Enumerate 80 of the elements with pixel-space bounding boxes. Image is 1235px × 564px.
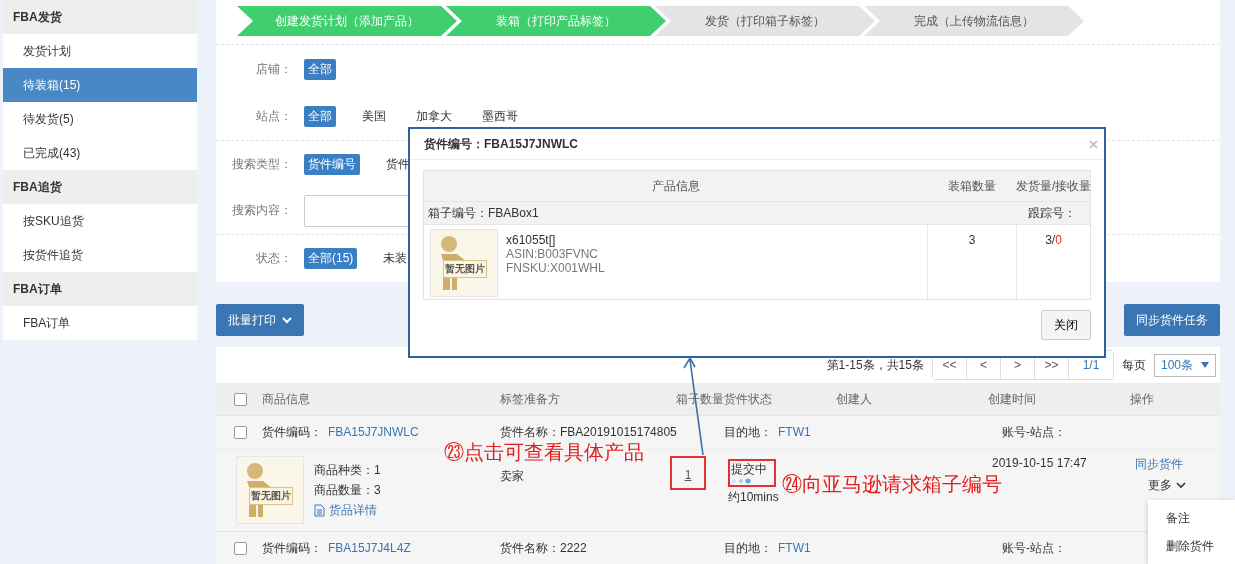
created-time: 2019-10-15 17:47 — [992, 455, 1088, 470]
progress-step: 发货（打印箱子标签） — [655, 6, 875, 36]
destination-link[interactable]: FTW1 — [778, 425, 811, 439]
filter-label: 站点： — [255, 108, 292, 125]
label-prep-owner: 卖家 — [500, 468, 524, 485]
column-header: 货件状态 — [724, 390, 773, 408]
progress-step: 创建发货计划（添加产品） — [237, 6, 457, 36]
sidebar-group-title: FBA发货 — [3, 0, 197, 34]
close-button[interactable]: 关闭 — [1041, 310, 1091, 340]
sync-button[interactable]: 同步货件任务 — [1124, 304, 1220, 336]
box-count-link[interactable]: 1 — [670, 456, 706, 490]
batch-print-button[interactable]: 批量打印 — [216, 304, 304, 336]
checkbox[interactable] — [233, 542, 247, 555]
shipment-code-link[interactable]: FBA15J7JNWLC — [328, 425, 419, 439]
filter-option[interactable]: 全部 — [304, 58, 336, 80]
sidebar-item[interactable]: 待装箱(15) — [3, 68, 197, 102]
details-link[interactable]: 货品详情 — [314, 502, 381, 519]
shipment-name: 货件名称：2222 — [500, 540, 588, 557]
filter-option[interactable]: 全部 — [304, 106, 336, 127]
column-header: 产品信息 — [650, 177, 701, 195]
destination-label: 目的地： — [724, 541, 772, 555]
filter-option[interactable]: 货件编号 — [304, 153, 360, 175]
column-header: 商品信息 — [262, 390, 311, 408]
shipment-status: 提交中 — [728, 459, 776, 487]
per-page-label: 每页 — [1121, 356, 1146, 374]
modal-title: 货件编号：FBA15J7JNWLC — [424, 135, 579, 153]
page-summary: 第1-15条，共15条 — [826, 356, 924, 374]
checkbox[interactable] — [233, 392, 247, 406]
column-header: 操作 — [1130, 390, 1155, 408]
close-icon[interactable] — [1089, 139, 1098, 149]
annotation-text: ㉓点击可查看具体产品 — [444, 441, 644, 463]
box-number: 箱子编号：FBABox1 — [428, 204, 539, 222]
placeholder-sign: 暂无图片 — [443, 260, 487, 278]
chevron-down-icon — [282, 316, 292, 324]
shipped-received-quantity: 3/0 — [1016, 225, 1090, 299]
filter-option[interactable]: 美国 — [358, 106, 390, 127]
checkbox[interactable] — [233, 426, 247, 439]
destination-link[interactable]: FTW1 — [778, 541, 811, 555]
menu-item[interactable]: 备注 — [1148, 504, 1235, 532]
filter-option[interactable]: 墨西哥 — [478, 106, 522, 127]
placeholder-sign: 暂无图片 — [249, 487, 293, 505]
progress-step: 装箱（打印产品标签） — [446, 6, 666, 36]
filter-option[interactable]: 加拿大 — [412, 106, 456, 127]
shipment-code-link[interactable]: FBA15J7J4L4Z — [328, 541, 411, 555]
sync-shipment-link[interactable]: 同步货件 — [1135, 456, 1183, 473]
column-header: 创建时间 — [988, 390, 1037, 408]
product-kinds: 商品种类：1 — [314, 462, 381, 479]
per-page-select[interactable]: 100条 — [1153, 353, 1216, 377]
destination-label: 目的地： — [724, 425, 772, 439]
account-site-label: 账号-站点： — [1002, 540, 1067, 557]
filter-label: 搜索内容： — [231, 202, 292, 219]
filter-label: 状态： — [255, 250, 292, 267]
shipment-name: 货件名称：FBA20191015174805 — [500, 424, 678, 441]
tracking-label: 跟踪号： — [1028, 204, 1076, 222]
shipment-code-label: 货件编码： — [262, 541, 322, 555]
product-asin: ASIN:B003FVNC — [506, 247, 600, 261]
column-header: 标签准备方 — [500, 390, 561, 408]
sidebar-group-title: FBA追货 — [3, 170, 197, 204]
filter-option[interactable]: 全部(15) — [304, 248, 358, 269]
column-header: 发货量/接收量 — [1016, 177, 1092, 195]
column-header: 创建人 — [836, 390, 873, 408]
menu-item[interactable]: 删除货件 — [1148, 532, 1235, 560]
packed-quantity: 3 — [927, 225, 1016, 299]
product-name: x61055t[] — [506, 233, 557, 247]
column-header: 装箱数量 — [946, 177, 997, 195]
shipment-code-label: 货件编码： — [262, 425, 322, 439]
filter-option[interactable]: 未装 — [379, 248, 412, 269]
more-menu-toggle[interactable]: 更多 — [1148, 477, 1186, 494]
progress-step: 完成（上传物流信息） — [864, 6, 1084, 36]
product-fnsku: FNSKU:X001WHL — [506, 261, 605, 275]
filter-label: 店铺： — [255, 60, 292, 78]
document-icon — [314, 504, 325, 517]
sidebar-group-title: FBA订单 — [3, 272, 197, 306]
dropdown-caret-icon — [1201, 362, 1209, 368]
annotation-text: ㉔向亚马逊请求箱子编号 — [782, 473, 1002, 495]
product-quantity: 商品数量：3 — [314, 482, 381, 499]
chevron-down-icon — [1176, 482, 1186, 489]
account-site-label: 账号-站点： — [1002, 424, 1067, 441]
filter-label: 搜索类型： — [231, 155, 292, 173]
eta-text: 约10mins — [728, 489, 780, 506]
